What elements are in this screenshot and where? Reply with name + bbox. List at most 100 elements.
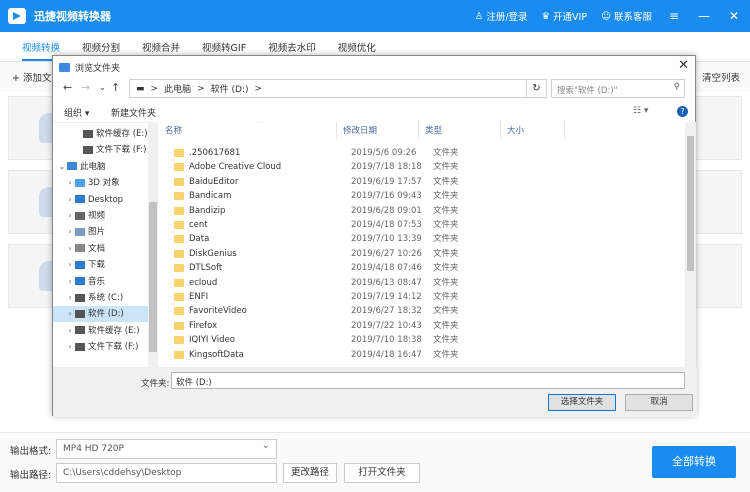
file-row[interactable]: Bandizip 2019/6/28 09:01 文件夹 bbox=[159, 204, 679, 218]
dialog-close-icon[interactable]: ✕ bbox=[678, 58, 689, 73]
new-folder-button[interactable]: 新建文件夹 bbox=[111, 106, 156, 119]
tree-item[interactable]: › Desktop bbox=[53, 192, 153, 208]
folder-name-input[interactable]: 软件 (D:) bbox=[171, 372, 685, 389]
address-bar[interactable]: ▬ > 此电脑 > 软件 (D:) > bbox=[129, 79, 527, 98]
tree-item[interactable]: › 文档 bbox=[53, 241, 153, 257]
forward-arrow-icon[interactable]: → bbox=[81, 81, 90, 94]
file-row[interactable]: ENFI 2019/7/19 14:12 文件夹 bbox=[159, 290, 679, 304]
back-arrow-icon[interactable]: ← bbox=[63, 81, 72, 94]
expand-chevron-icon[interactable]: › bbox=[65, 192, 75, 208]
help-icon[interactable]: ? bbox=[677, 106, 688, 117]
expand-chevron-icon[interactable]: › bbox=[65, 241, 75, 257]
file-type: 文件夹 bbox=[433, 349, 459, 360]
open-folder-button[interactable]: 打开文件夹 bbox=[344, 463, 420, 483]
file-row[interactable]: KingsoftData 2019/4/18 16:47 文件夹 bbox=[159, 348, 679, 362]
add-file-button[interactable]: + 添加文 bbox=[12, 70, 51, 84]
file-row[interactable]: FavoriteVideo 2019/6/27 18:32 文件夹 bbox=[159, 304, 679, 318]
close-icon[interactable]: ✕ bbox=[726, 9, 742, 23]
expand-chevron-icon[interactable]: › bbox=[65, 306, 75, 322]
tree-scrollbar[interactable] bbox=[148, 122, 158, 367]
file-row[interactable]: .250617681 2019/5/6 09:26 文件夹 bbox=[159, 146, 679, 160]
file-name: ecloud bbox=[189, 277, 218, 288]
list-scroll-thumb[interactable] bbox=[687, 136, 694, 271]
expand-chevron-icon[interactable]: › bbox=[65, 274, 75, 290]
expand-chevron-icon[interactable]: › bbox=[65, 175, 75, 191]
file-date: 2019/6/13 08:47 bbox=[351, 277, 422, 288]
column-size[interactable]: 大小 bbox=[501, 122, 565, 140]
view-options-icon[interactable]: ☷ ▾ bbox=[633, 106, 648, 116]
history-chevron-icon[interactable]: ⌄ bbox=[99, 83, 106, 92]
picture-icon bbox=[75, 227, 85, 236]
file-row[interactable]: ecloud 2019/6/13 08:47 文件夹 bbox=[159, 276, 679, 290]
tree-item-label: 音乐 bbox=[88, 276, 106, 287]
tree-item[interactable]: › 系统 (C:) bbox=[53, 290, 153, 306]
folder-icon bbox=[174, 192, 184, 201]
3d-icon bbox=[75, 178, 85, 187]
document-icon bbox=[75, 244, 85, 253]
refresh-icon[interactable]: ↻ bbox=[527, 79, 547, 98]
tree-item[interactable]: ⌄ 此电脑 bbox=[53, 159, 153, 175]
download-icon bbox=[75, 260, 85, 269]
folder-icon bbox=[174, 264, 184, 273]
file-row[interactable]: cent 2019/4/18 07:53 文件夹 bbox=[159, 218, 679, 232]
expand-chevron-icon[interactable]: › bbox=[65, 224, 75, 240]
file-row[interactable]: IQIYI Video 2019/7/10 18:38 文件夹 bbox=[159, 333, 679, 347]
expand-chevron-icon[interactable]: › bbox=[65, 290, 75, 306]
file-row[interactable]: Bandicam 2019/7/16 09:43 文件夹 bbox=[159, 189, 679, 203]
expand-chevron-icon[interactable]: › bbox=[65, 257, 75, 273]
menu-icon[interactable]: ≡ bbox=[666, 9, 682, 23]
tree-item[interactable]: 文件下载 (F:) bbox=[53, 142, 153, 158]
minimize-icon[interactable]: — bbox=[696, 9, 712, 23]
tree-item[interactable]: › 软件 (D:) bbox=[53, 306, 153, 323]
clear-list-button[interactable]: 清空列表 bbox=[702, 70, 740, 84]
select-folder-button[interactable]: 选择文件夹 bbox=[548, 394, 616, 411]
sort-arrow-icon: ^ bbox=[257, 122, 264, 128]
tree-item[interactable]: › 视频 bbox=[53, 208, 153, 224]
change-path-button[interactable]: 更改路径 bbox=[283, 463, 337, 483]
service-label: 联系客服 bbox=[613, 12, 652, 23]
file-row[interactable]: Data 2019/7/10 13:39 文件夹 bbox=[159, 232, 679, 246]
search-input[interactable]: 搜索"软件 (D:)" bbox=[551, 79, 685, 98]
tree-item[interactable]: › 下载 bbox=[53, 257, 153, 273]
organize-menu[interactable]: 组织 ▾ bbox=[64, 106, 89, 119]
service-link[interactable]: ☺ 联系客服 bbox=[601, 9, 652, 24]
tree-item[interactable]: › 音乐 bbox=[53, 274, 153, 290]
file-name: ENFI bbox=[189, 292, 209, 302]
tree-item[interactable]: 软件缓存 (E:) bbox=[53, 126, 153, 142]
column-date[interactable]: 修改日期 bbox=[337, 122, 419, 140]
convert-all-button[interactable]: 全部转换 bbox=[652, 446, 736, 478]
tree-item[interactable]: › 图片 bbox=[53, 224, 153, 240]
file-type: 文件夹 bbox=[433, 234, 459, 245]
dialog-footer: 文件夹: 软件 (D:) 选择文件夹 取消 bbox=[53, 367, 697, 417]
vip-link[interactable]: ♛ 开通VIP bbox=[542, 9, 588, 24]
column-type[interactable]: 类型 bbox=[419, 122, 501, 140]
file-row[interactable]: DiskGenius 2019/6/27 10:26 文件夹 bbox=[159, 247, 679, 261]
expand-chevron-icon[interactable]: › bbox=[65, 208, 75, 224]
file-row[interactable]: DTLSoft 2019/4/18 07:46 文件夹 bbox=[159, 261, 679, 275]
list-scrollbar[interactable] bbox=[685, 122, 696, 367]
expand-chevron-icon[interactable]: ⌄ bbox=[57, 159, 67, 175]
file-type: 文件夹 bbox=[433, 148, 459, 158]
expand-chevron-icon[interactable]: › bbox=[65, 339, 75, 355]
file-row[interactable]: BaiduEditor 2019/6/19 17:57 文件夹 bbox=[159, 175, 679, 189]
expand-chevron-icon[interactable]: › bbox=[65, 323, 75, 339]
tree-item-label: 文档 bbox=[88, 243, 106, 254]
desktop-icon bbox=[75, 195, 85, 204]
tree-scroll-thumb[interactable] bbox=[149, 202, 157, 352]
file-row[interactable]: Firefox 2019/7/22 10:43 文件夹 bbox=[159, 319, 679, 333]
address-pc[interactable]: 此电脑 bbox=[164, 82, 191, 95]
address-drive[interactable]: 软件 (D:) bbox=[211, 82, 249, 95]
file-row[interactable]: Adobe Creative Cloud 2019/7/18 18:18 文件夹 bbox=[159, 160, 679, 174]
tree-item[interactable]: › 软件缓存 (E:) bbox=[53, 323, 153, 339]
tree-item[interactable]: › 文件下载 (F:) bbox=[53, 339, 153, 355]
file-name: Firefox bbox=[189, 320, 218, 331]
column-name[interactable]: 名称 bbox=[159, 122, 337, 140]
address-separator: > bbox=[150, 83, 159, 94]
register-login-link[interactable]: ♙ 注册/登录 bbox=[475, 9, 528, 24]
tree-item[interactable]: › 3D 对象 bbox=[53, 175, 153, 191]
format-select[interactable]: MP4 HD 720P bbox=[56, 439, 277, 459]
cancel-button[interactable]: 取消 bbox=[625, 394, 693, 411]
output-path-input[interactable]: C:\Users\cddehsy\Desktop bbox=[56, 463, 277, 483]
up-arrow-icon[interactable]: ↑ bbox=[111, 81, 120, 94]
file-name: DTLSoft bbox=[189, 263, 223, 274]
